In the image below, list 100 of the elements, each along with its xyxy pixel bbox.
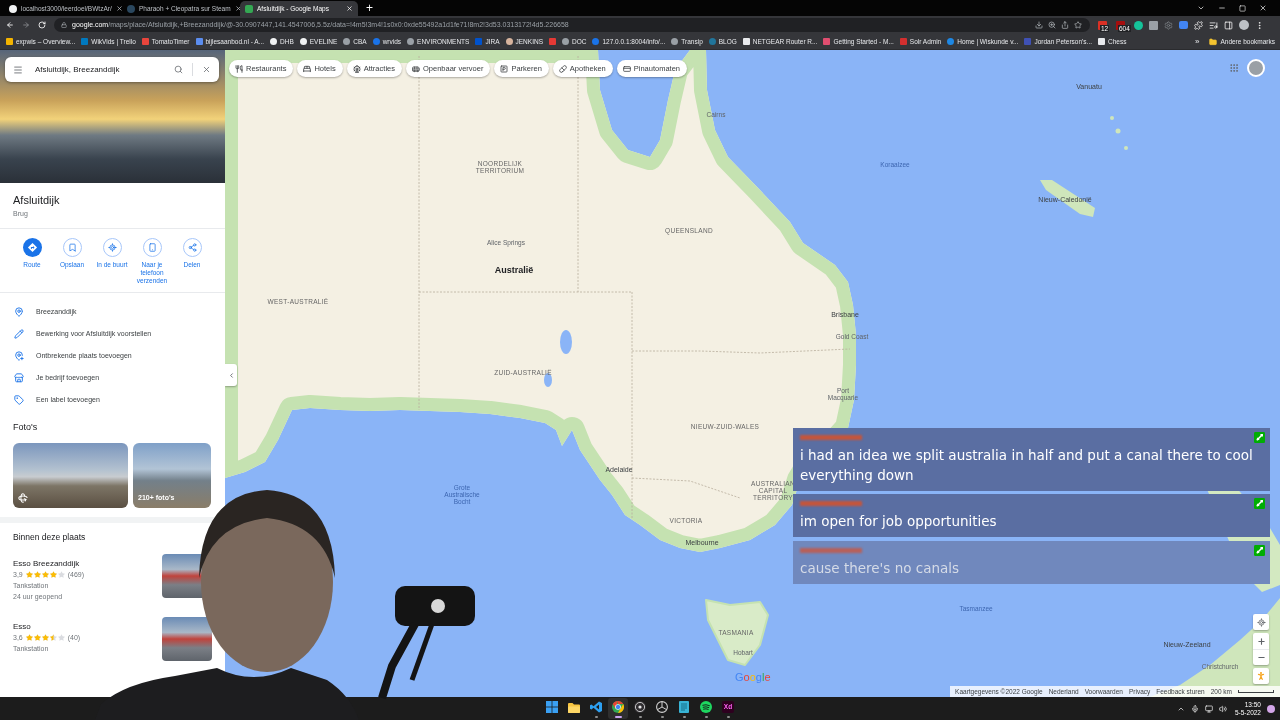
share-icon[interactable] <box>1061 21 1069 29</box>
redacted-username <box>800 501 862 506</box>
lake-shape <box>544 373 552 387</box>
tasmania-island <box>705 599 769 666</box>
favicon-icon <box>372 38 380 45</box>
scale-bar <box>1238 690 1274 693</box>
island-shape <box>1124 146 1128 150</box>
island-shape <box>1115 128 1121 134</box>
favicon-icon <box>127 4 135 13</box>
recorder-icon <box>634 701 646 713</box>
sword-badge-icon <box>1254 545 1265 556</box>
directions-icon <box>22 238 42 257</box>
favicon-icon <box>947 38 955 45</box>
favicon-icon <box>592 38 600 45</box>
store-icon <box>14 373 24 383</box>
place-name[interactable]: Esso <box>13 621 81 632</box>
favicon-icon <box>6 38 13 45</box>
360-rotate-icon <box>18 493 28 503</box>
lock-icon <box>61 22 67 28</box>
favicon-icon <box>407 38 415 45</box>
pin-icon <box>14 307 24 317</box>
message-text: i had an idea we split australia in half and put a canal there to cool everything down <box>800 446 1254 485</box>
more-bookmarks-button[interactable]: » <box>1195 37 1200 46</box>
favicon-icon <box>708 38 716 45</box>
redacted-username <box>800 435 862 440</box>
lake-shape <box>560 330 572 354</box>
favicon-icon <box>899 38 907 45</box>
speaker-icon[interactable] <box>1218 704 1227 713</box>
card-icon <box>622 64 631 73</box>
country-label: Australië <box>494 264 534 278</box>
favicon-icon <box>299 38 307 45</box>
place-title: Afsluitdijk <box>13 193 61 207</box>
photo-placeholder <box>162 617 212 661</box>
island-shape <box>1110 116 1114 120</box>
minimize-icon[interactable] <box>1218 4 1226 12</box>
locate-icon <box>1256 617 1266 627</box>
favicon-icon <box>1024 38 1032 45</box>
search-field[interactable]: Afsluitdijk, Breezanddijk <box>35 63 174 76</box>
map-logo: Google <box>735 671 771 684</box>
chevron-down-icon[interactable] <box>1197 4 1205 12</box>
pencil-icon <box>14 329 24 339</box>
search-box[interactable]: Afsluitdijk, Breezanddijk <box>5 57 219 82</box>
favicon-icon <box>81 38 89 45</box>
plus-icon <box>1256 636 1266 646</box>
ferris-wheel-icon <box>352 64 361 73</box>
playlist-icon[interactable] <box>1209 20 1218 30</box>
utensils-icon <box>235 64 243 73</box>
pill-icon <box>558 64 567 73</box>
section-heading: Binnen deze plaats <box>12 531 87 543</box>
message-text: cause there's no canals <box>800 559 961 578</box>
sword-badge-icon <box>1254 498 1265 509</box>
zoom-icon[interactable] <box>1048 21 1056 29</box>
folder-icon <box>568 703 580 713</box>
notification-icon[interactable] <box>1267 704 1275 713</box>
display-icon[interactable] <box>1204 704 1213 713</box>
favicon-icon <box>9 4 17 13</box>
microphone-icon[interactable] <box>1190 704 1199 713</box>
person-icon <box>1256 671 1266 681</box>
favicon-icon <box>742 38 750 45</box>
favicon-icon <box>823 38 831 45</box>
favicon-icon <box>245 4 253 13</box>
star-icon[interactable] <box>1074 21 1082 29</box>
notepad-icon <box>679 701 689 713</box>
music-app-icon <box>700 701 712 713</box>
favicon-icon <box>195 38 203 45</box>
my-location-button[interactable] <box>1253 614 1269 630</box>
favicon-icon <box>671 38 679 45</box>
profile-avatar[interactable] <box>1239 20 1249 30</box>
place-name[interactable]: Esso Breezanddijk <box>13 558 85 569</box>
redacted-username <box>800 548 862 553</box>
puzzle-icon[interactable] <box>1194 20 1203 30</box>
new-tab-button[interactable]: + <box>366 2 373 14</box>
wheel-icon <box>656 701 668 713</box>
pin-plus-icon <box>14 351 24 361</box>
start-menu-icon <box>546 701 558 713</box>
maximize-icon[interactable] <box>1239 4 1246 12</box>
favicon-icon <box>475 38 483 45</box>
message-text: im open for job opportunities <box>800 512 998 531</box>
bus-icon <box>411 64 420 73</box>
bed-icon <box>303 64 312 73</box>
reload-icon[interactable] <box>38 21 46 29</box>
close-icon[interactable] <box>115 5 123 12</box>
close-icon[interactable] <box>234 5 242 12</box>
chevron-left-icon <box>227 371 235 379</box>
photo-placeholder[interactable] <box>13 443 128 508</box>
code-editor-icon <box>590 701 602 713</box>
back-icon[interactable] <box>6 21 14 29</box>
more-menu-icon[interactable] <box>1255 20 1264 30</box>
parking-icon <box>500 64 509 73</box>
forward-icon[interactable] <box>22 21 30 29</box>
install-icon[interactable] <box>1035 21 1043 29</box>
folder-icon <box>1209 37 1218 46</box>
favicon-icon <box>141 38 149 45</box>
favicon-icon <box>505 38 513 45</box>
browser-icon <box>612 701 624 713</box>
account-avatar[interactable] <box>1247 59 1265 77</box>
sword-badge-icon <box>1254 432 1265 443</box>
search-icon[interactable] <box>174 65 183 74</box>
side-panel-icon[interactable] <box>1224 20 1233 30</box>
taskbar-button[interactable] <box>608 698 628 719</box>
